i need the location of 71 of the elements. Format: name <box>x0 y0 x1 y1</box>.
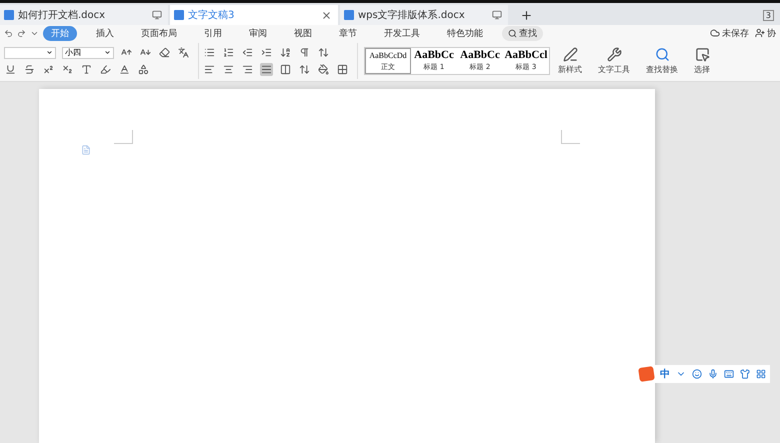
subscript-icon[interactable] <box>61 63 74 76</box>
font-color-icon[interactable] <box>118 63 131 76</box>
outdent-icon[interactable] <box>241 46 254 59</box>
keyboard-icon[interactable] <box>724 369 734 379</box>
redo-icon[interactable] <box>17 28 26 38</box>
add-user-icon <box>755 28 765 38</box>
undo-icon[interactable] <box>4 28 13 38</box>
ime-mode[interactable]: 中 <box>660 367 670 381</box>
align-left-icon[interactable] <box>203 63 216 76</box>
menu-tab[interactable]: 页面布局 <box>133 26 185 40</box>
menu-tab[interactable]: 特色功能 <box>439 26 491 40</box>
menu-tab[interactable]: 章节 <box>331 26 365 40</box>
search-icon <box>654 47 670 62</box>
justify-icon[interactable] <box>260 63 273 76</box>
document-icon <box>344 10 354 20</box>
eraser-icon[interactable] <box>158 46 171 59</box>
ime-logo-icon[interactable] <box>638 366 655 382</box>
menu-tab[interactable]: 视图 <box>286 26 320 40</box>
document-tab[interactable]: wps文字排版体系.docx <box>340 5 508 25</box>
cloud-icon <box>710 28 720 38</box>
document-icon <box>4 10 14 20</box>
menu-tab[interactable]: 引用 <box>196 26 230 40</box>
close-icon[interactable] <box>321 10 332 20</box>
pinyin-icon[interactable] <box>177 46 190 59</box>
border-icon[interactable] <box>336 63 349 76</box>
numbered-list-icon[interactable] <box>222 46 235 59</box>
search-icon <box>508 28 517 38</box>
text-effect-icon[interactable] <box>80 63 93 76</box>
sort-icon[interactable] <box>279 46 292 59</box>
ribbon-button[interactable]: 新样式 <box>550 47 590 75</box>
distribute-icon[interactable] <box>279 63 292 76</box>
menu-tab[interactable]: 插入 <box>88 26 122 40</box>
indent-icon[interactable] <box>260 46 273 59</box>
wrench-icon <box>606 47 622 62</box>
font-size-field[interactable]: 小四 <box>62 46 114 58</box>
ribbon-button[interactable]: 文字工具 <box>590 47 638 75</box>
smile-icon[interactable] <box>692 369 702 379</box>
strikethrough-icon[interactable] <box>23 63 36 76</box>
margin-corner-mark <box>561 130 580 144</box>
monitor-icon[interactable] <box>152 10 162 20</box>
menu-tab[interactable]: 开发工具 <box>376 26 428 40</box>
superscript-icon[interactable] <box>42 63 55 76</box>
margin-corner-mark <box>114 130 133 144</box>
ribbon-button[interactable]: 选择 <box>686 47 718 75</box>
share-button[interactable]: 协 <box>755 26 776 40</box>
font-name-field[interactable] <box>4 46 56 58</box>
document-tab[interactable]: 如何打开文档.docx <box>0 5 168 25</box>
search-button[interactable]: 查找 <box>502 26 543 40</box>
menu-tab[interactable]: 审阅 <box>241 26 275 40</box>
highlighter-icon[interactable] <box>99 63 112 76</box>
shading-icon[interactable] <box>317 63 330 76</box>
paragraph-mark-icon[interactable] <box>298 46 311 59</box>
new-style-icon <box>562 47 578 62</box>
new-tab-icon[interactable] <box>520 9 533 22</box>
document-tab[interactable]: 文字文稿3 <box>170 5 338 25</box>
line-spacing-icon[interactable] <box>298 63 311 76</box>
ribbon-button[interactable]: 查找替换 <box>638 47 686 75</box>
monitor-icon[interactable] <box>492 10 502 20</box>
line-spacing-icon[interactable] <box>317 46 330 59</box>
save-status[interactable]: 未保存 <box>710 26 749 40</box>
caret-icon <box>104 49 111 56</box>
underline-icon[interactable] <box>4 63 17 76</box>
caret-icon <box>46 49 53 56</box>
align-center-icon[interactable] <box>222 63 235 76</box>
microphone-icon[interactable] <box>708 369 718 379</box>
shirt-icon[interactable] <box>740 369 750 379</box>
select-icon <box>694 47 710 62</box>
align-right-icon[interactable] <box>241 63 254 76</box>
grid-icon[interactable] <box>756 369 766 379</box>
window-count[interactable]: 3 <box>762 10 774 21</box>
document-icon <box>174 10 184 20</box>
